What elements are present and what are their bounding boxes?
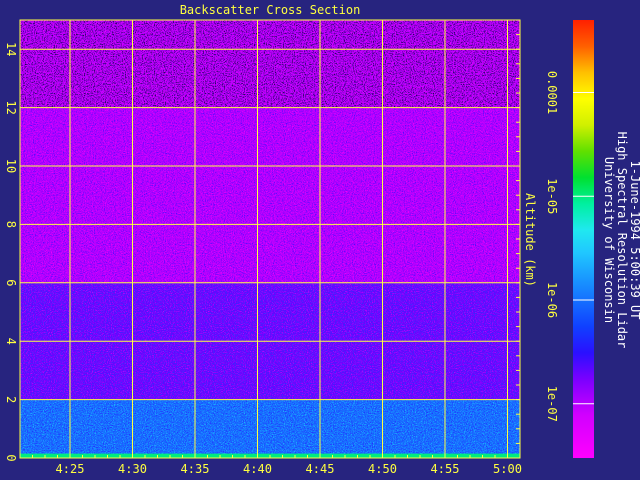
x-tick-label: 4:25 xyxy=(56,462,85,476)
x-tick-label: 4:45 xyxy=(306,462,335,476)
x-tick-label: 4:55 xyxy=(431,462,460,476)
colorbar-tick-label: 1e-05 xyxy=(545,178,559,214)
annotation: University of Wisconsin High Spectral Re… xyxy=(602,132,640,349)
colorbar-tick-label: 1e-07 xyxy=(545,386,559,422)
chart-title: Backscatter Cross Section xyxy=(180,3,361,17)
x-tick-label: 4:30 xyxy=(118,462,147,476)
colorbar-tick-label: 1e-06 xyxy=(545,282,559,318)
y-tick-label: 4 xyxy=(4,338,18,345)
backscatter-chart: Backscatter Cross Section 4:25 4:30 4:35 4:… xyxy=(4,3,640,476)
annotation-line-2: High Spectral Resolution Lidar xyxy=(615,132,629,349)
y-tick-label: 12 xyxy=(4,100,18,114)
y-tick-label: 8 xyxy=(4,221,18,228)
x-tick-label: 5:00 xyxy=(493,462,522,476)
x-tick-label: 4:40 xyxy=(243,462,272,476)
y-tick-label: 6 xyxy=(4,279,18,286)
x-tick-label: 4:50 xyxy=(368,462,397,476)
annotation-line-1: University of Wisconsin xyxy=(602,157,616,323)
x-axis: 4:25 4:30 4:35 4:40 4:45 4:50 4:55 5:00 xyxy=(56,462,522,476)
x-tick-label: 4:35 xyxy=(181,462,210,476)
annotation-line-3: 1-June-1994 5:00:39 UT xyxy=(628,161,640,320)
colorbar xyxy=(573,20,594,458)
colorbar-tick-label: 0.0001 xyxy=(545,71,559,114)
y-tick-label: 0 xyxy=(4,454,18,461)
y-tick-label: 10 xyxy=(4,159,18,173)
y-axis-label: Altitude (km) xyxy=(523,193,537,287)
y-tick-label: 14 xyxy=(4,42,18,56)
y-axis: 0 2 4 6 8 10 12 14 xyxy=(4,42,18,462)
y-tick-label: 2 xyxy=(4,396,18,403)
